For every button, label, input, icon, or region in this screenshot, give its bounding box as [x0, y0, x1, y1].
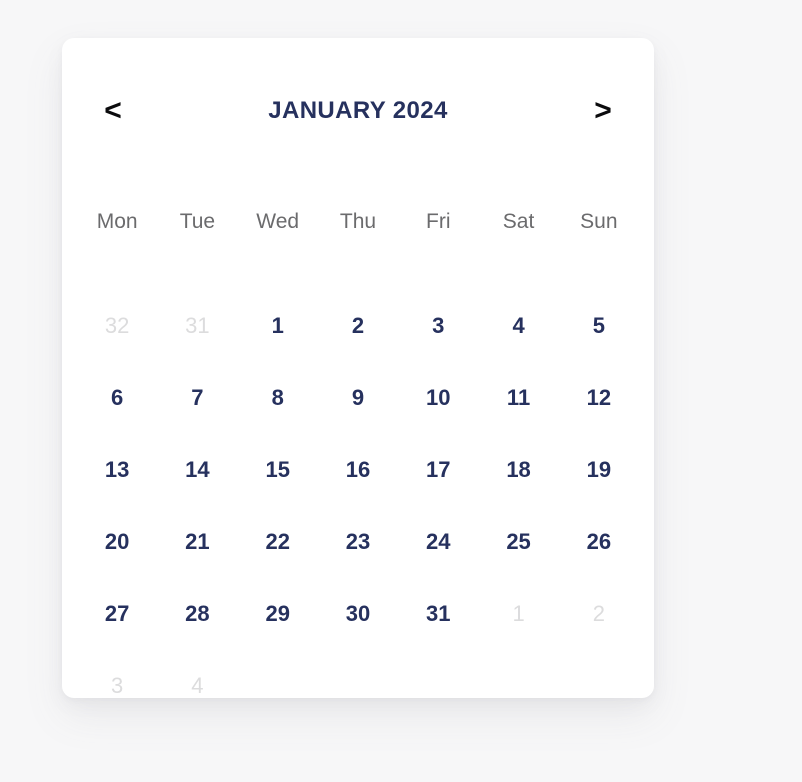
day-cell[interactable]: 21 [157, 506, 237, 578]
day-cell[interactable]: 2 [318, 290, 398, 362]
day-cell[interactable]: 16 [318, 434, 398, 506]
day-cell[interactable]: 25 [478, 506, 558, 578]
day-cell[interactable]: 30 [318, 578, 398, 650]
day-cell[interactable]: 14 [157, 434, 237, 506]
day-cell[interactable]: 8 [238, 362, 318, 434]
weekday-label-mon: Mon [96, 210, 138, 233]
weekday-header-row: Mon Tue Wed Thu Fri Sat Sun [62, 208, 654, 236]
page-root: < JANUARY 2024 > Mon Tue Wed Thu Fri Sat… [0, 0, 802, 782]
day-cell[interactable]: 13 [77, 434, 157, 506]
day-cell[interactable]: 26 [559, 506, 639, 578]
day-cell[interactable]: 19 [559, 434, 639, 506]
day-cell[interactable]: 4 [478, 290, 558, 362]
day-cell[interactable]: 11 [478, 362, 558, 434]
day-cell[interactable]: 23 [318, 506, 398, 578]
day-grid: 32 31 1 2 3 4 5 6 7 8 9 10 11 12 13 14 15 16 17 18 19 20 21 22 2… [62, 290, 654, 722]
day-cell-empty [559, 650, 639, 722]
weekday-label-fri: Fri [426, 210, 451, 233]
weekday-label-sat: Sat [502, 210, 535, 233]
day-cell[interactable]: 10 [398, 362, 478, 434]
day-cell[interactable]: 31 [398, 578, 478, 650]
day-cell[interactable]: 1 [238, 290, 318, 362]
weekday-label-sun: Sun [580, 210, 618, 233]
day-cell[interactable]: 29 [238, 578, 318, 650]
day-cell-empty [398, 650, 478, 722]
day-cell[interactable]: 15 [238, 434, 318, 506]
weekday-label-tue: Tue [179, 210, 216, 233]
day-cell[interactable]: 3 [77, 650, 157, 722]
day-cell[interactable]: 2 [559, 578, 639, 650]
day-cell-empty [318, 650, 398, 722]
day-cell[interactable]: 7 [157, 362, 237, 434]
day-cell[interactable]: 28 [157, 578, 237, 650]
day-cell[interactable]: 18 [478, 434, 558, 506]
day-cell-empty [238, 650, 318, 722]
day-cell[interactable]: 12 [559, 362, 639, 434]
day-cell[interactable]: 3 [398, 290, 478, 362]
day-cell[interactable]: 6 [77, 362, 157, 434]
day-cell[interactable]: 5 [559, 290, 639, 362]
calendar-card: < JANUARY 2024 > Mon Tue Wed Thu Fri Sat… [62, 38, 654, 698]
day-cell[interactable]: 27 [77, 578, 157, 650]
calendar-title: JANUARY 2024 [268, 97, 448, 124]
day-cell[interactable]: 17 [398, 434, 478, 506]
day-cell[interactable]: 9 [318, 362, 398, 434]
day-cell[interactable]: 20 [77, 506, 157, 578]
day-cell[interactable]: 31 [157, 290, 237, 362]
day-cell[interactable]: 32 [77, 290, 157, 362]
previous-month-button[interactable]: < [100, 96, 126, 126]
day-cell[interactable]: 4 [157, 650, 237, 722]
day-cell[interactable]: 22 [238, 506, 318, 578]
day-cell[interactable]: 1 [478, 578, 558, 650]
weekday-label-wed: Wed [256, 210, 300, 233]
next-month-button[interactable]: > [590, 96, 616, 126]
weekday-label-thu: Thu [339, 210, 377, 233]
calendar-header: < JANUARY 2024 > [62, 86, 654, 136]
day-cell[interactable]: 24 [398, 506, 478, 578]
day-cell-empty [478, 650, 558, 722]
